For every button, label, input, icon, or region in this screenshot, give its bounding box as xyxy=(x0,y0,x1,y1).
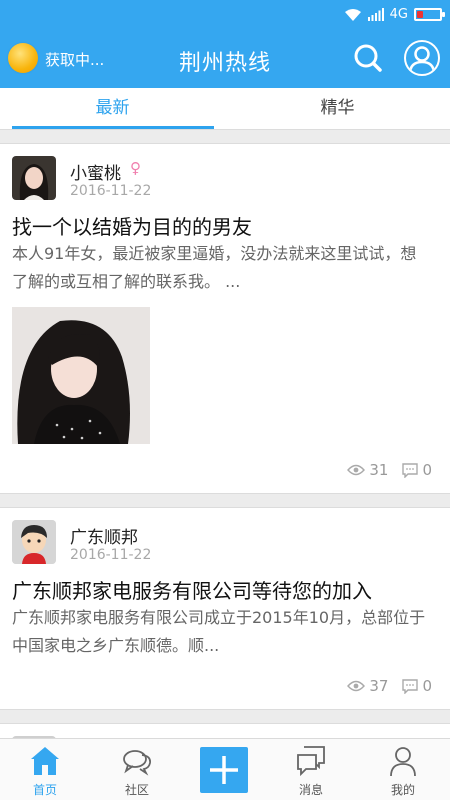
avatar[interactable] xyxy=(12,156,56,200)
plus-icon xyxy=(210,756,238,784)
female-icon: ♀ xyxy=(130,159,141,177)
post-date: 2016-11-22 xyxy=(70,183,152,199)
person-icon xyxy=(390,747,416,777)
nav-messages[interactable]: 消息 xyxy=(266,739,356,800)
signal-icon xyxy=(367,8,384,21)
chat-bubbles-icon xyxy=(123,750,151,776)
nav-community[interactable]: 社区 xyxy=(92,739,182,800)
view-count: 37 xyxy=(347,677,388,695)
post-image[interactable] xyxy=(12,307,150,444)
comment-icon xyxy=(402,678,419,694)
tab-featured[interactable]: 精华 xyxy=(225,88,450,130)
author-name[interactable]: 小蜜桃 xyxy=(70,159,121,184)
search-icon xyxy=(354,44,382,72)
post-excerpt[interactable]: 本人91年女，最近被家里逼婚，没办法就来这里试试，想了解的或互相了解的联系我。 … xyxy=(12,240,432,296)
app-header: 4G 获取中... 荆州热线 xyxy=(0,0,450,88)
nav-mine[interactable]: 我的 xyxy=(358,739,448,800)
home-icon xyxy=(31,747,59,775)
post-stats: 37 0 xyxy=(347,677,432,695)
post-date: 2016-11-22 xyxy=(70,547,152,563)
tab-latest[interactable]: 最新 xyxy=(0,88,225,130)
post-title[interactable]: 找一个以结婚为目的的男友 xyxy=(12,211,252,240)
battery-icon xyxy=(414,8,445,21)
comment-count: 0 xyxy=(402,677,432,695)
post-excerpt[interactable]: 广东顺邦家电服务有限公司成立于2015年10月，总部位于中国家电之乡广东顺德。顺… xyxy=(12,604,432,660)
post-title[interactable]: 广东顺邦家电服务有限公司等待您的加入 xyxy=(12,575,372,604)
eye-icon xyxy=(347,464,366,476)
user-icon xyxy=(408,46,436,74)
new-post-button[interactable] xyxy=(200,747,248,793)
avatar[interactable] xyxy=(12,520,56,564)
status-bar: 4G xyxy=(0,0,450,30)
author-name[interactable]: 广东顺邦 xyxy=(70,523,138,548)
eye-icon xyxy=(347,680,366,692)
post-card[interactable]: 广东顺邦 2016-11-22 广东顺邦家电服务有限公司等待您的加入 广东顺邦家… xyxy=(0,507,450,710)
view-count: 31 xyxy=(347,461,388,479)
message-icon xyxy=(297,746,325,777)
comment-icon xyxy=(402,462,419,478)
wifi-icon xyxy=(344,8,361,21)
network-type: 4G xyxy=(389,7,408,22)
active-tab-indicator xyxy=(12,126,214,129)
top-bar: 获取中... 荆州热线 xyxy=(0,36,450,84)
tab-bar: 最新 精华 xyxy=(0,88,450,130)
bottom-nav: 首页 社区 消息 我的 xyxy=(0,738,450,800)
profile-button[interactable] xyxy=(404,40,440,76)
comment-count: 0 xyxy=(402,461,432,479)
nav-home[interactable]: 首页 xyxy=(0,739,90,800)
post-card[interactable]: 小蜜桃 ♀ 2016-11-22 找一个以结婚为目的的男友 本人91年女，最近被… xyxy=(0,143,450,494)
post-stats: 31 0 xyxy=(347,461,432,479)
search-button[interactable] xyxy=(352,42,384,74)
